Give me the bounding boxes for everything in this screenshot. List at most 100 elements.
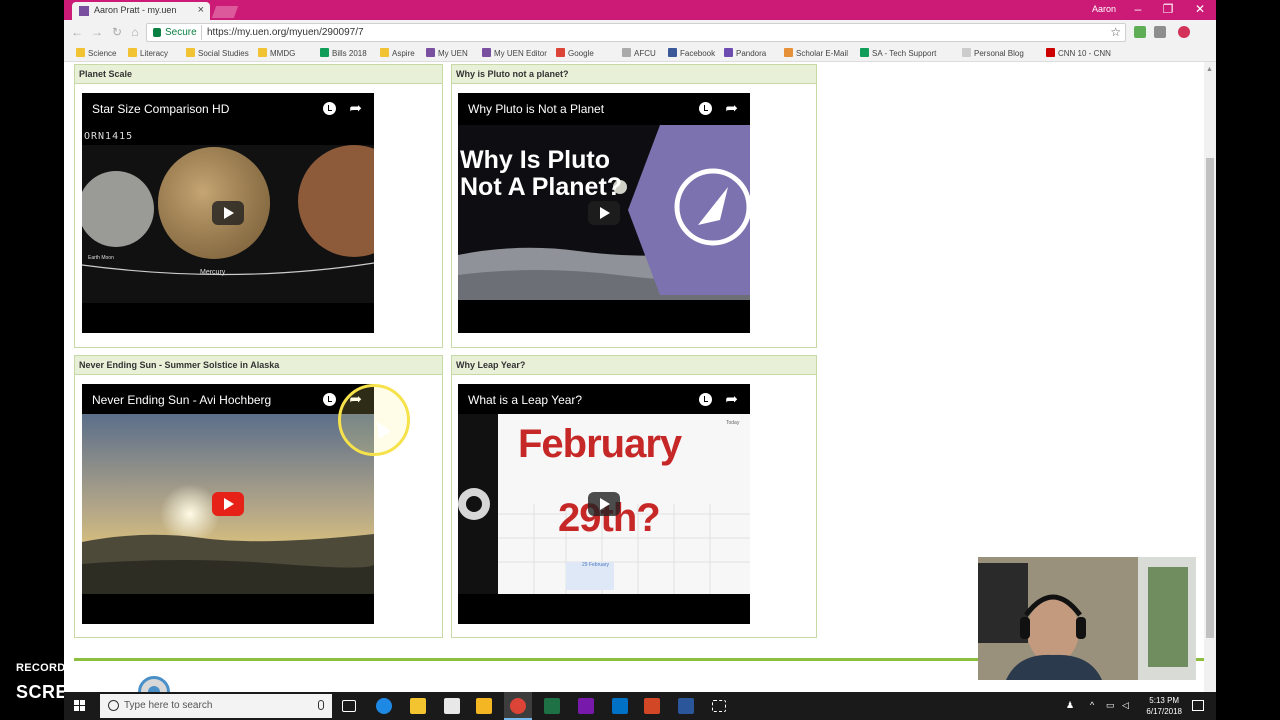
powerpoint-icon[interactable] <box>644 698 660 714</box>
share-icon[interactable]: ➦ <box>725 390 738 408</box>
store-icon[interactable] <box>444 698 460 714</box>
bookmark-item[interactable]: My UEN Editor <box>482 48 547 58</box>
video-player[interactable]: Today February 29th? 29 February What is… <box>458 384 750 624</box>
video-title[interactable]: Why Pluto is Not a Planet <box>468 102 604 116</box>
media-app-icon[interactable] <box>476 698 492 714</box>
bookmark-item[interactable]: My UEN <box>426 48 468 58</box>
video-player[interactable]: Never Ending Sun - Avi Hochberg ➦ <box>82 384 374 624</box>
share-icon[interactable]: ➦ <box>349 99 362 117</box>
bookmark-item[interactable]: Aspire <box>380 48 415 58</box>
file-explorer-icon[interactable] <box>410 698 426 714</box>
edge-icon[interactable] <box>376 698 392 714</box>
back-arrow-icon[interactable]: ← <box>70 25 84 39</box>
forward-arrow-icon[interactable]: → <box>90 25 104 39</box>
bookmark-item[interactable]: Science <box>76 48 116 58</box>
page-scrollbar[interactable]: ▲ <box>1204 62 1216 692</box>
url-text[interactable]: https://my.uen.org/myuen/290097/7 <box>207 27 364 38</box>
cortana-icon <box>108 700 119 711</box>
watch-later-icon[interactable] <box>323 102 336 115</box>
scrollbar-thumb[interactable] <box>1206 158 1214 638</box>
video-title[interactable]: Never Ending Sun - Avi Hochberg <box>92 393 271 407</box>
thumb-caption: Mercury <box>200 269 226 276</box>
bookmark-label: Facebook <box>680 49 716 58</box>
bookmark-favicon-icon <box>128 48 137 57</box>
people-icon[interactable]: ♟ <box>1066 700 1074 711</box>
bookmark-label: Personal Blog <box>974 49 1024 58</box>
video-title[interactable]: What is a Leap Year? <box>468 393 582 407</box>
youtube-play-button[interactable] <box>212 492 244 516</box>
video-title[interactable]: Star Size Comparison HD <box>92 102 229 116</box>
video-player[interactable]: Earth Moon Mercury ORN1415 Star Size Com… <box>82 93 374 333</box>
video-card: Why Leap Year? Today February 29th? 29 F… <box>451 355 817 638</box>
bookmark-favicon-icon <box>556 48 565 57</box>
card-heading: Why is Pluto not a planet? <box>452 65 816 84</box>
browser-tab[interactable]: Aaron Pratt - my.uen × <box>72 2 210 20</box>
lock-icon <box>153 28 161 37</box>
microphone-icon[interactable] <box>318 700 324 710</box>
close-window-icon[interactable]: ✕ <box>1190 2 1210 16</box>
bookmark-item[interactable]: SA - Tech Support <box>860 48 936 58</box>
bookmark-star-icon[interactable]: ☆ <box>1110 25 1121 39</box>
bookmark-favicon-icon <box>426 48 435 57</box>
tab-close-icon[interactable]: × <box>198 4 204 16</box>
bookmark-item[interactable]: Bills 2018 <box>320 48 367 58</box>
volume-icon[interactable]: ◁ <box>1122 700 1129 711</box>
clock-date: 6/17/2018 <box>1146 707 1182 716</box>
play-button[interactable] <box>212 201 244 225</box>
bookmark-item[interactable]: Pandora <box>724 48 766 58</box>
browser-toolbar: ← → ↻ ⌂ Secure https://my.uen.org/myuen/… <box>64 20 1216 45</box>
minimize-icon[interactable]: – <box>1128 2 1148 16</box>
restore-icon[interactable]: ❐ <box>1158 2 1178 16</box>
tab-title: Aaron Pratt - my.uen <box>94 5 177 15</box>
onenote-icon[interactable] <box>578 698 594 714</box>
network-icon[interactable]: ▭ <box>1106 700 1115 711</box>
snipping-tool-icon[interactable] <box>712 700 726 712</box>
chrome-icon[interactable] <box>510 698 526 714</box>
bookmark-label: Google <box>568 49 594 58</box>
bookmark-favicon-icon <box>962 48 971 57</box>
bookmark-favicon-icon <box>668 48 677 57</box>
outlook-icon[interactable] <box>612 698 628 714</box>
bookmark-item[interactable]: Personal Blog <box>962 48 1024 58</box>
scroll-up-icon[interactable]: ▲ <box>1206 66 1213 73</box>
profile-name[interactable]: Aaron <box>1092 4 1116 14</box>
watch-later-icon[interactable] <box>323 393 336 406</box>
video-player[interactable]: Why Is Pluto Not A Planet? Why Pluto is … <box>458 93 750 333</box>
bookmark-item[interactable]: Google <box>556 48 594 58</box>
bookmark-favicon-icon <box>380 48 389 57</box>
watch-later-icon[interactable] <box>699 393 712 406</box>
excel-icon[interactable] <box>544 698 560 714</box>
taskbar-search[interactable]: Type here to search <box>100 694 332 718</box>
bookmark-label: Scholar E-Mail <box>796 49 849 58</box>
play-button[interactable] <box>588 201 620 225</box>
address-bar[interactable]: Secure https://my.uen.org/myuen/290097/7… <box>146 23 1126 42</box>
bookmark-label: SA - Tech Support <box>872 49 937 58</box>
system-clock[interactable]: 5:13 PM 6/17/2018 <box>1146 695 1182 717</box>
watch-later-icon[interactable] <box>699 102 712 115</box>
bookmark-item[interactable]: Social Studies <box>186 48 249 58</box>
bookmark-item[interactable]: AFCU <box>622 48 656 58</box>
bookmark-item[interactable]: Scholar E-Mail <box>784 48 848 58</box>
home-icon[interactable]: ⌂ <box>128 25 142 39</box>
bookmark-label: MMDG <box>270 49 296 58</box>
new-tab-button[interactable] <box>211 6 239 18</box>
bookmark-favicon-icon <box>1046 48 1055 57</box>
uen-logo: uen <box>72 666 99 683</box>
chevron-up-icon[interactable]: ^ <box>1090 700 1094 710</box>
bookmark-favicon-icon <box>482 48 491 57</box>
profile-avatar-icon[interactable] <box>1178 26 1190 38</box>
bookmark-item[interactable]: MMDG <box>258 48 295 58</box>
extension-icon[interactable] <box>1134 26 1146 38</box>
bookmark-item[interactable]: CNN 10 - CNN <box>1046 48 1111 58</box>
reload-icon[interactable]: ↻ <box>110 25 124 39</box>
action-center-icon[interactable] <box>1192 700 1204 711</box>
play-button[interactable] <box>588 492 620 516</box>
bookmark-item[interactable]: Literacy <box>128 48 168 58</box>
windows-start-icon[interactable] <box>74 700 86 712</box>
extension-icon[interactable] <box>1154 26 1166 38</box>
bookmark-favicon-icon <box>186 48 195 57</box>
task-view-icon[interactable] <box>342 700 356 712</box>
word-icon[interactable] <box>678 698 694 714</box>
bookmark-item[interactable]: Facebook <box>668 48 715 58</box>
share-icon[interactable]: ➦ <box>725 99 738 117</box>
